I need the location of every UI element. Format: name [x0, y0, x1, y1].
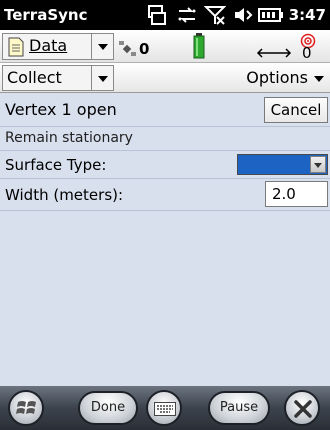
data-connection-icon[interactable] — [176, 4, 198, 26]
volume-icon[interactable] — [232, 4, 254, 26]
vertex-status-row: Vertex 1 open Cancel — [0, 93, 330, 127]
instruction-row: Remain stationary — [0, 127, 330, 151]
surface-type-label: Surface Type: — [5, 156, 107, 174]
document-icon — [7, 37, 25, 61]
feature-form: Vertex 1 open Cancel Remain stationary S… — [0, 93, 330, 386]
satellite-count: 0 — [139, 40, 150, 58]
satellite-icon[interactable] — [118, 40, 138, 62]
surface-type-select[interactable] — [237, 154, 328, 175]
mode-dropdown[interactable]: Collect — [2, 65, 114, 91]
battery-icon[interactable] — [258, 4, 284, 26]
sync-icon[interactable] — [146, 4, 168, 26]
vertex-status: Vertex 1 open — [5, 100, 117, 119]
section-label: Data — [29, 36, 68, 55]
status-toolbar: Data 0 0 — [0, 30, 330, 63]
no-signal-icon[interactable] — [203, 4, 227, 26]
close-icon — [294, 400, 312, 422]
chevron-down-icon[interactable] — [91, 66, 113, 90]
instruction-text: Remain stationary — [5, 130, 133, 146]
keyboard-button[interactable] — [146, 390, 182, 426]
options-menu-button[interactable]: Options — [240, 66, 328, 90]
options-label: Options — [246, 68, 308, 87]
mode-toolbar: Collect Options — [0, 63, 330, 93]
mode-label: Collect — [7, 68, 62, 87]
status-bar: TerraSync 3:47 — [0, 0, 330, 30]
gps-count: 0 — [302, 44, 312, 62]
close-button[interactable] — [284, 390, 320, 426]
windows-logo-icon — [16, 399, 38, 421]
width-input[interactable]: 2.0 — [265, 181, 328, 207]
chevron-down-icon[interactable] — [310, 156, 326, 173]
keyboard-icon — [154, 401, 176, 420]
clock-time[interactable]: 3:47 — [289, 6, 326, 24]
cancel-button[interactable]: Cancel — [264, 97, 328, 123]
pause-button[interactable]: Pause — [208, 391, 270, 425]
start-button[interactable] — [8, 390, 44, 426]
double-arrow-icon — [256, 44, 292, 63]
app-title: TerraSync — [4, 6, 88, 24]
soft-key-bar: Done Pause — [0, 386, 330, 430]
section-dropdown[interactable]: Data — [2, 33, 114, 60]
width-row: Width (meters): 2.0 — [0, 179, 330, 211]
done-button[interactable]: Done — [78, 391, 138, 425]
width-label: Width (meters): — [5, 186, 124, 204]
chevron-down-icon[interactable] — [91, 34, 113, 59]
battery-icon[interactable] — [193, 33, 205, 63]
surface-type-row: Surface Type: — [0, 151, 330, 179]
